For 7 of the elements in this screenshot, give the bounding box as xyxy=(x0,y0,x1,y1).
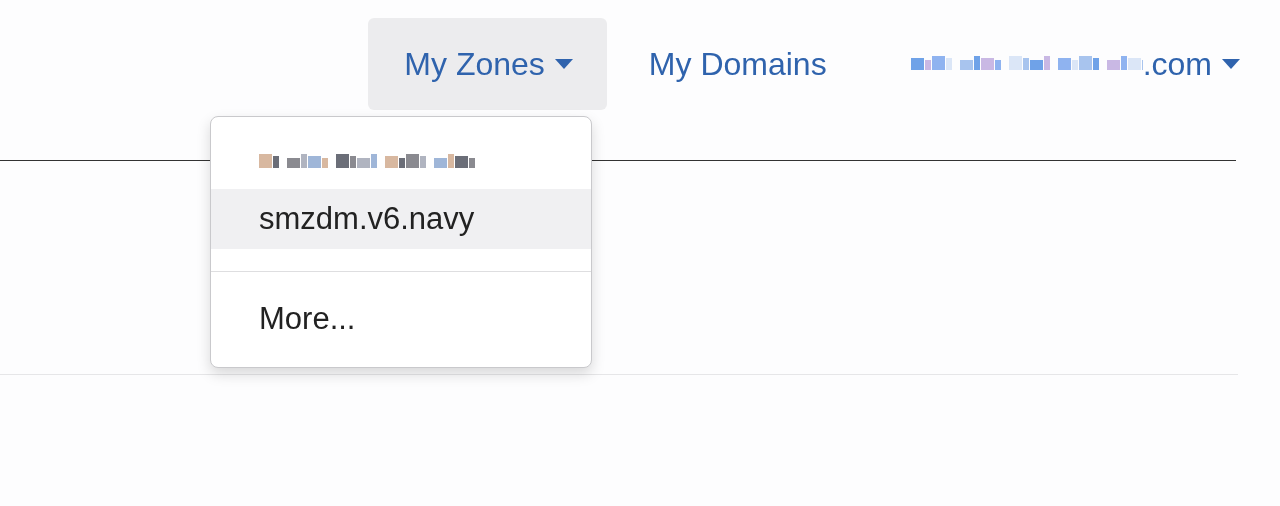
caret-icon xyxy=(554,59,573,69)
more-menu-item[interactable]: More... xyxy=(211,271,591,367)
caret-icon xyxy=(1222,59,1240,69)
menu-item[interactable]: smzdm.v6.navy xyxy=(211,189,591,249)
domains-link[interactable]: My Domains xyxy=(606,18,869,110)
account-menu[interactable]: .com xyxy=(868,18,1240,110)
zones-menu-button[interactable]: My Zones xyxy=(368,18,607,110)
